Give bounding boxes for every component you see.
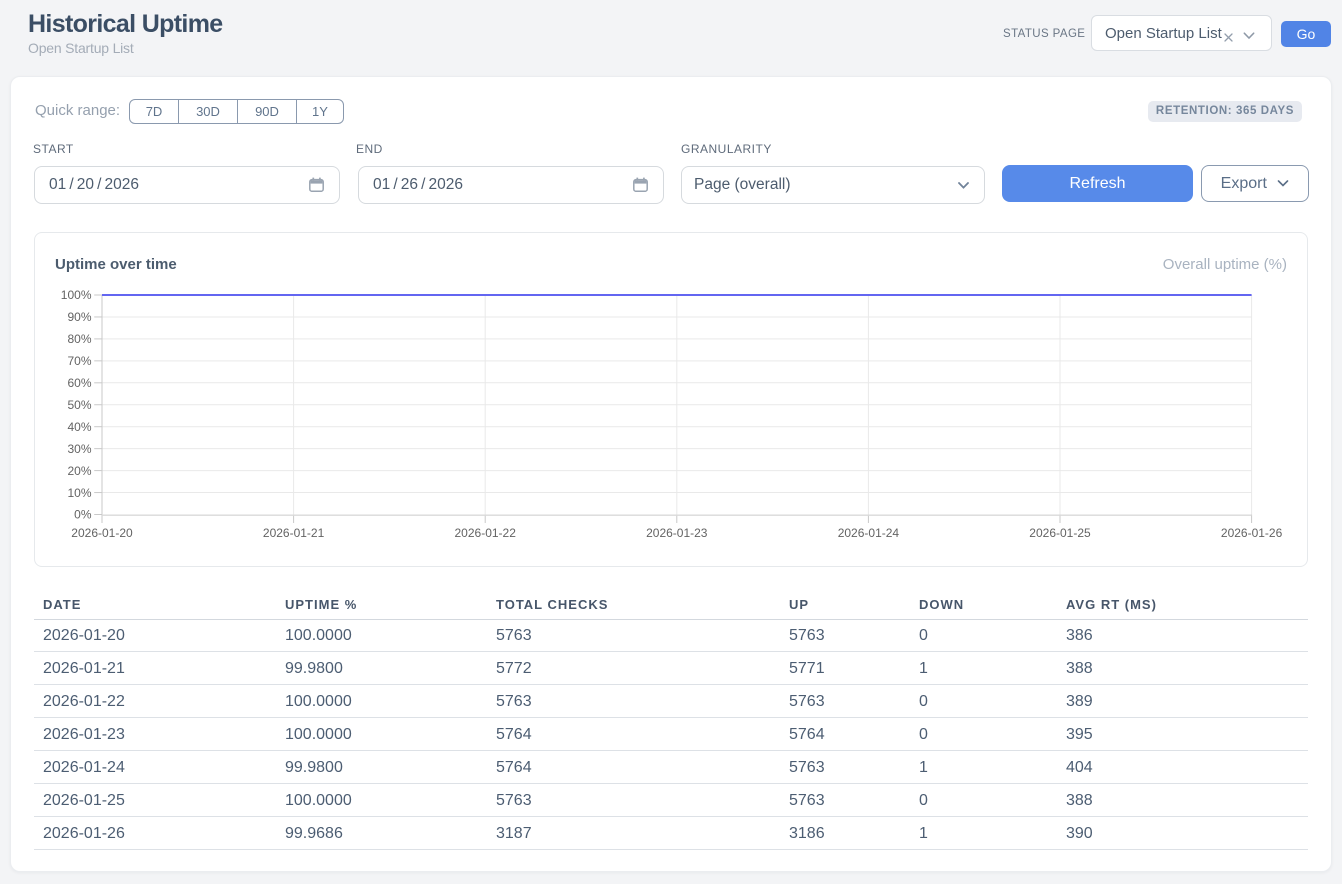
svg-text:70%: 70% [67, 354, 91, 368]
svg-text:60%: 60% [67, 376, 91, 390]
svg-text:80%: 80% [67, 332, 91, 346]
svg-text:2026-01-26: 2026-01-26 [1221, 526, 1283, 540]
svg-text:90%: 90% [67, 310, 91, 324]
svg-text:2026-01-21: 2026-01-21 [263, 526, 325, 540]
svg-text:50%: 50% [67, 398, 91, 412]
svg-text:0%: 0% [74, 508, 92, 522]
svg-text:2026-01-24: 2026-01-24 [838, 526, 900, 540]
svg-text:2026-01-23: 2026-01-23 [646, 526, 708, 540]
svg-text:30%: 30% [67, 442, 91, 456]
svg-text:2026-01-20: 2026-01-20 [71, 526, 133, 540]
svg-text:40%: 40% [67, 420, 91, 434]
svg-text:20%: 20% [67, 464, 91, 478]
svg-text:100%: 100% [61, 288, 92, 302]
svg-text:2026-01-22: 2026-01-22 [455, 526, 517, 540]
svg-text:2026-01-25: 2026-01-25 [1029, 526, 1091, 540]
svg-text:10%: 10% [67, 486, 91, 500]
